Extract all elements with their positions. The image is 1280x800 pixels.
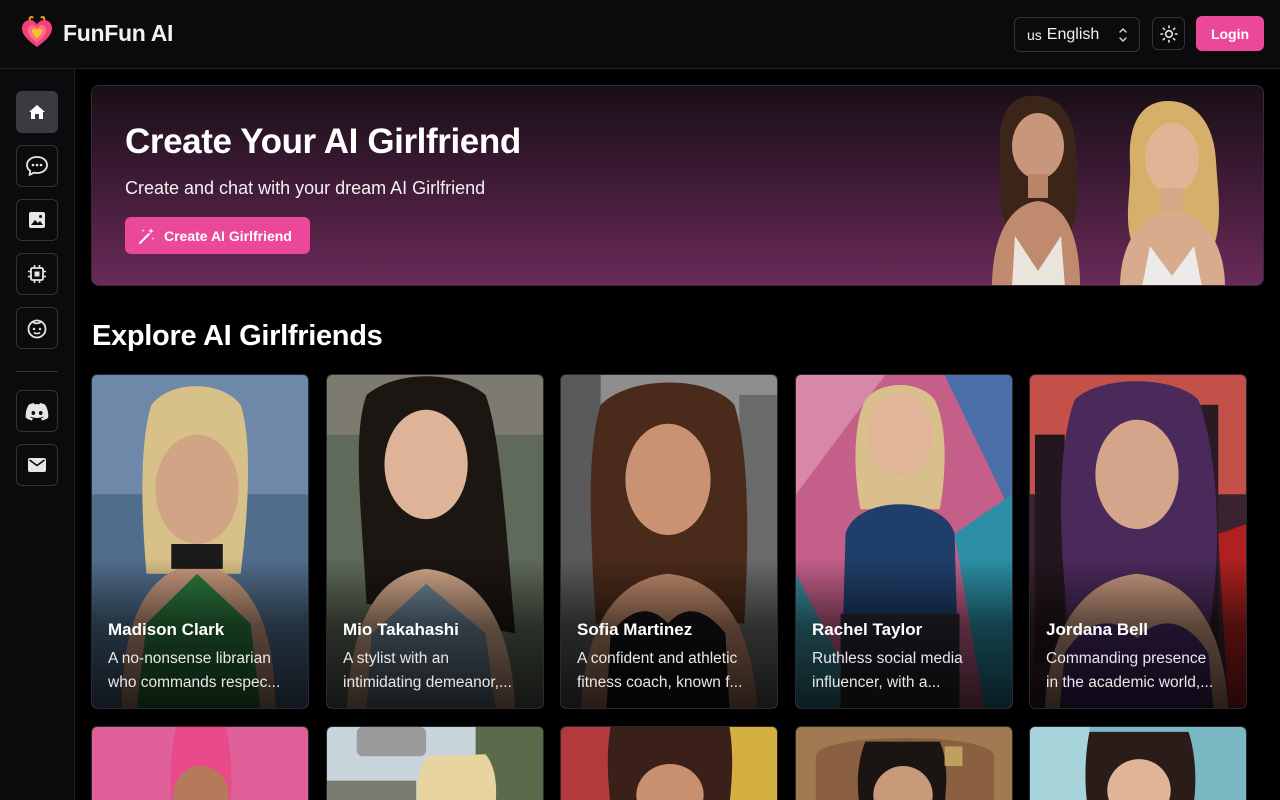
character-card[interactable]: Jordana Bell Commanding presence in the …: [1029, 374, 1247, 709]
character-card[interactable]: Madison Clark A no-nonsense librarian wh…: [91, 374, 309, 709]
character-description: A stylist with an intimidating demeanor,…: [343, 647, 533, 695]
create-button-label: Create AI Girlfriend: [164, 227, 292, 244]
description-line: influencer, with a...: [812, 674, 941, 691]
character-name: Jordana Bell: [1046, 620, 1149, 639]
character-card[interactable]: [560, 726, 778, 800]
character-description: Commanding presence in the academic worl…: [1046, 647, 1236, 695]
character-card[interactable]: [326, 726, 544, 800]
magic-wand-icon: [139, 227, 155, 244]
character-photo: [561, 727, 777, 800]
character-name: Rachel Taylor: [812, 620, 923, 639]
character-name: Sofia Martinez: [577, 620, 693, 639]
description-line: A no-nonsense librarian: [108, 650, 271, 667]
login-button[interactable]: Login: [1196, 16, 1264, 51]
face-icon: [27, 319, 47, 339]
explore-title: Explore AI Girlfriends: [92, 320, 383, 352]
heart-flame-icon: [22, 16, 52, 47]
mail-icon: [28, 458, 46, 472]
character-name: Madison Clark: [108, 620, 225, 639]
sidebar-item-generate[interactable]: [16, 253, 58, 295]
character-card[interactable]: Rachel Taylor Ruthless social media infl…: [795, 374, 1013, 709]
hero-title: Create Your AI Girlfriend: [125, 122, 521, 161]
character-photo: [1030, 727, 1246, 800]
hero-banner: Create Your AI Girlfriend Create and cha…: [91, 85, 1264, 286]
character-description: A confident and athletic fitness coach, …: [577, 647, 767, 695]
flag-icon: us: [1027, 26, 1042, 43]
character-card[interactable]: Mio Takahashi A stylist with an intimida…: [326, 374, 544, 709]
discord-icon: [25, 403, 49, 421]
description-line: A confident and athletic: [577, 650, 738, 667]
character-card[interactable]: [795, 726, 1013, 800]
chip-icon: [28, 265, 46, 283]
sidebar-divider: [16, 371, 58, 372]
character-name: Mio Takahashi: [343, 620, 459, 639]
brand-logo[interactable]: FunFun AI: [20, 16, 173, 50]
character-description: A no-nonsense librarian who commands res…: [108, 647, 298, 695]
hero-subtitle: Create and chat with your dream AI Girlf…: [125, 178, 486, 198]
theme-toggle-button[interactable]: [1152, 17, 1185, 50]
description-line: A stylist with an: [343, 650, 449, 667]
create-ai-girlfriend-button[interactable]: Create AI Girlfriend: [125, 217, 310, 254]
chevron-updown-icon: [1119, 28, 1127, 42]
character-photo: [327, 727, 543, 800]
character-card[interactable]: [1029, 726, 1247, 800]
description-line: fitness coach, known f...: [577, 674, 743, 691]
top-bar: FunFun AI us English Login: [0, 0, 1280, 69]
character-description: Ruthless social media influencer, with a…: [812, 647, 1002, 695]
language-label: English: [1046, 25, 1100, 43]
chat-icon: [26, 156, 48, 176]
sidebar-item-gallery[interactable]: [16, 199, 58, 241]
sidebar-item-create[interactable]: [16, 307, 58, 349]
description-line: intimidating demeanor,...: [343, 674, 512, 691]
home-icon: [29, 105, 45, 119]
sun-icon: [1159, 24, 1178, 43]
sidebar: [0, 69, 75, 800]
description-line: in the academic world,...: [1046, 674, 1214, 691]
language-select[interactable]: us English: [1014, 17, 1140, 52]
sidebar-item-contact[interactable]: [16, 444, 58, 486]
description-line: Commanding presence: [1046, 650, 1207, 667]
sidebar-item-chat[interactable]: [16, 145, 58, 187]
sidebar-item-home[interactable]: [16, 91, 58, 133]
character-photo: [92, 727, 308, 800]
hero-portraits-image: [992, 95, 1225, 285]
character-card[interactable]: [91, 726, 309, 800]
description-line: who commands respec...: [108, 674, 281, 691]
character-card[interactable]: Sofia Martinez A confident and athletic …: [560, 374, 778, 709]
character-photo: [796, 727, 1012, 800]
brand-name: FunFun AI: [63, 19, 174, 46]
image-icon: [29, 212, 45, 228]
sidebar-item-discord[interactable]: [16, 390, 58, 432]
description-line: Ruthless social media: [812, 650, 963, 667]
